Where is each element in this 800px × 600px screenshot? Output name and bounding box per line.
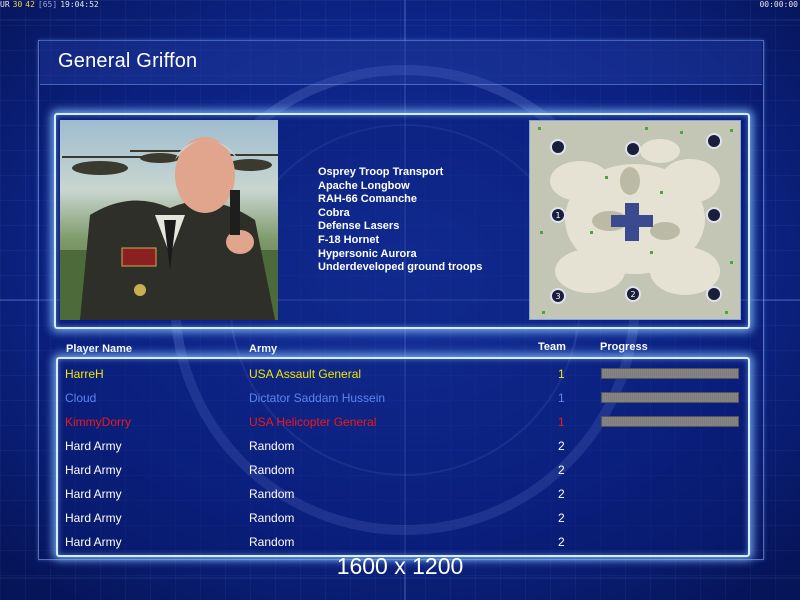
player-team: 2 (558, 511, 565, 525)
unit-item: Apache Longbow (318, 179, 410, 192)
status-timer: 00:00:00 (759, 0, 798, 9)
unit-item: Underdeveloped ground troops (318, 261, 483, 274)
start-marker-1: 1 (555, 211, 560, 220)
player-name: HarreH (65, 367, 104, 381)
unit-item: Osprey Troop Transport (318, 166, 444, 178)
player-team: 2 (558, 487, 565, 501)
progress-bar (601, 368, 739, 379)
status-seg-3: 42 (25, 0, 35, 9)
player-name: Cloud (65, 391, 97, 405)
resolution-label: 1600 x 1200 (336, 553, 464, 579)
player-name: Hard Army (65, 535, 122, 549)
header-army: Army (249, 343, 278, 355)
header-player-name: Player Name (66, 343, 133, 355)
general-title: General Griffon (58, 50, 198, 72)
header-progress: Progress (600, 341, 648, 353)
unit-item: Defense Lasers (318, 220, 400, 233)
player-name: Hard Army (65, 487, 122, 501)
progress-bar (601, 392, 739, 403)
player-row: HarreH USA Assault General 1 (0, 361, 800, 385)
player-army: Dictator Saddam Hussein (249, 391, 386, 405)
player-name: KimmyDorry (65, 415, 131, 429)
unit-item: RAH-66 Comanche (318, 193, 418, 206)
player-team: 1 (558, 391, 565, 405)
player-row: Hard Army Random 2 (0, 529, 800, 553)
player-army: Random (249, 511, 295, 525)
general-unit-list: Osprey Troop Transport Apache Longbow RA… (318, 166, 482, 275)
player-team: 2 (558, 535, 565, 549)
header-team: Team (538, 341, 566, 353)
player-team: 2 (558, 463, 565, 477)
minimap: 1 2 3 (529, 120, 741, 320)
unit-item: Hypersonic Aurora (318, 247, 417, 260)
player-name: Hard Army (65, 463, 122, 477)
player-row: KimmyDorry USA Helicopter General 1 (0, 409, 800, 433)
start-marker-3: 3 (555, 292, 560, 301)
status-seg-2: 30 (12, 0, 23, 9)
status-seg-1: UR (0, 0, 10, 9)
player-army: USA Helicopter General (249, 415, 377, 429)
player-army: Random (249, 487, 295, 501)
player-army: USA Assault General (249, 367, 362, 381)
status-seg-4: [65] (37, 0, 58, 9)
player-army: Random (249, 439, 295, 453)
progress-bar (601, 416, 739, 427)
player-army: Random (249, 463, 295, 477)
status-clock: 19:04:52 (60, 0, 99, 9)
player-row: Cloud Dictator Saddam Hussein 1 (0, 385, 800, 409)
status-bar: UR 30 42 [65] 19:04:52 00:00:00 (0, 0, 800, 9)
start-marker-2: 2 (630, 290, 635, 299)
player-team: 2 (558, 439, 565, 453)
unit-item: Cobra (318, 206, 350, 219)
player-row: Hard Army Random 2 (0, 433, 800, 457)
player-name: Hard Army (65, 439, 122, 453)
player-row: Hard Army Random 2 (0, 481, 800, 505)
general-portrait (60, 120, 278, 320)
player-name: Hard Army (65, 511, 122, 525)
unit-item: F-18 Hornet (318, 233, 380, 246)
player-team: 1 (558, 415, 565, 429)
player-army: Random (249, 535, 295, 549)
player-team: 1 (558, 367, 565, 381)
player-row: Hard Army Random 2 (0, 457, 800, 481)
player-row: Hard Army Random 2 (0, 505, 800, 529)
